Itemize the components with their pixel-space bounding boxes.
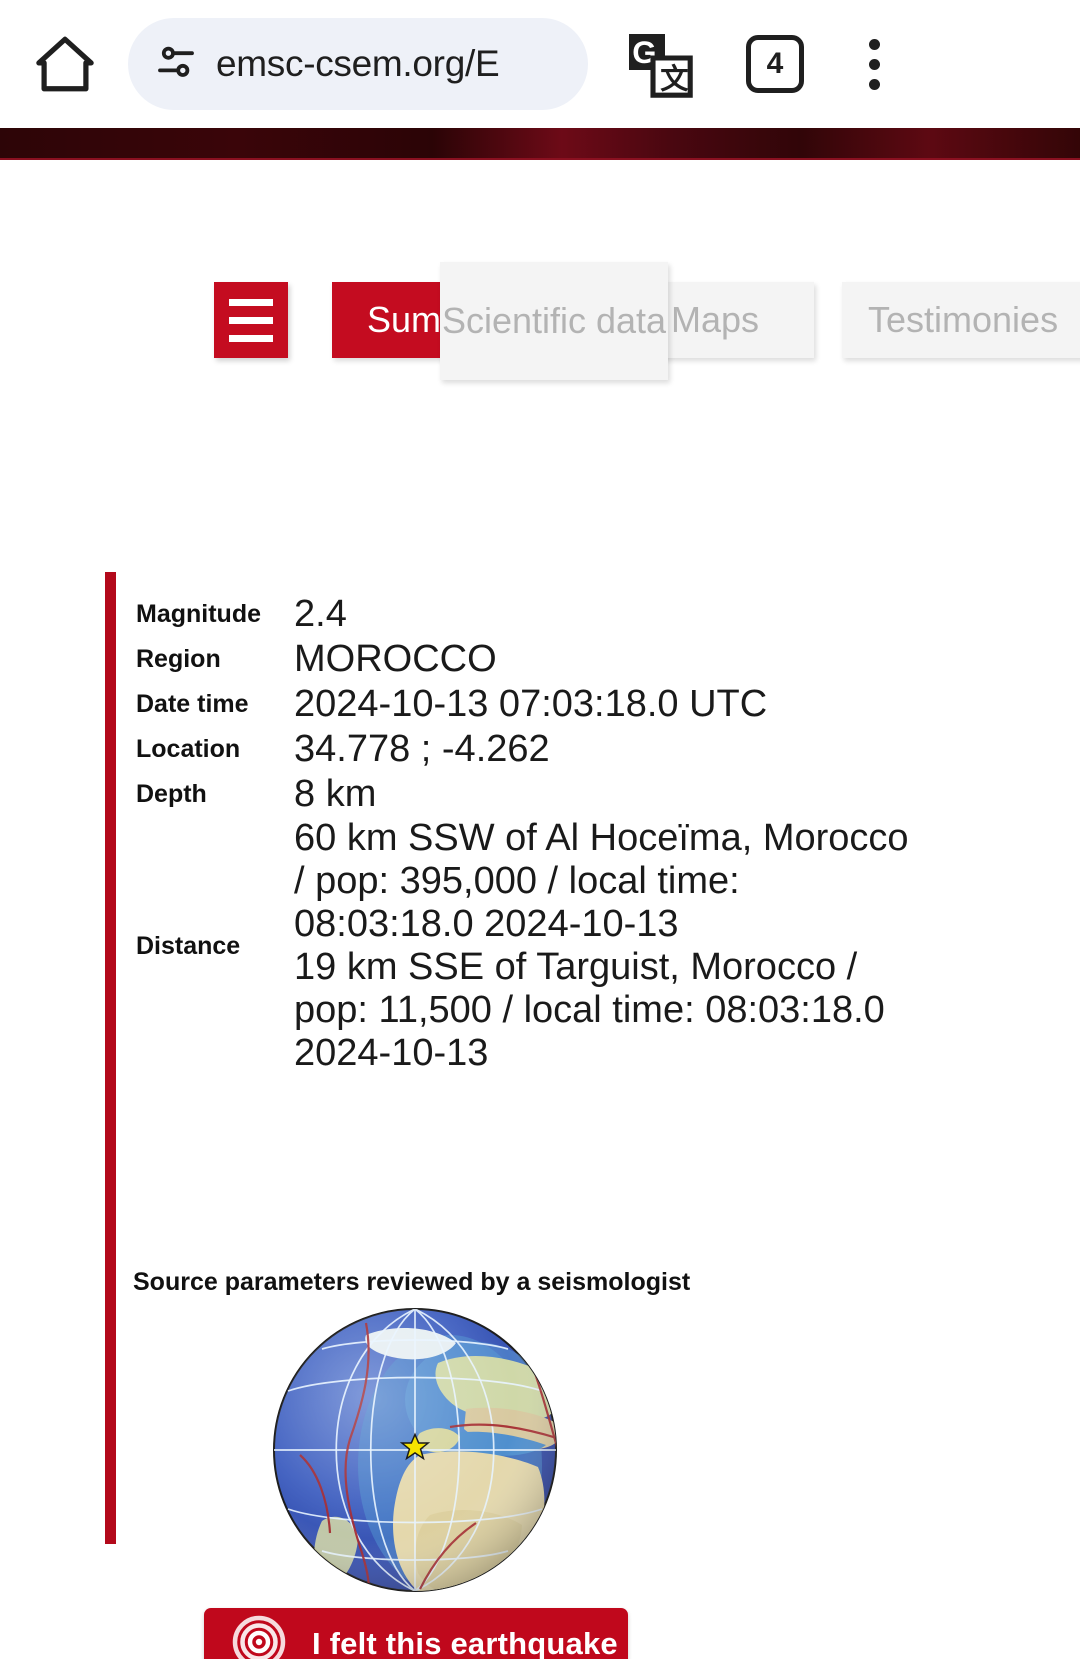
browser-toolbar: emsc-csem.org/E G 文 4 (0, 0, 1080, 128)
row-value-depth: 8 km (294, 773, 377, 815)
url-text: emsc-csem.org/E (216, 43, 500, 84)
row-value-region: MOROCCO (294, 638, 497, 680)
url-bar[interactable]: emsc-csem.org/E (128, 18, 588, 110)
page-content: Summary Maps Testimonies Scientific data… (0, 160, 1080, 1659)
row-label-distance: Distance (136, 931, 241, 960)
google-translate-icon: G 文 (629, 34, 693, 98)
home-button[interactable] (22, 21, 108, 107)
page-info-tune-icon (152, 38, 200, 91)
table-row: Date time 2024-10-13 07:03:18.0 UTC (136, 682, 926, 727)
seismologist-review-note: Source parameters reviewed by a seismolo… (133, 1268, 691, 1296)
row-value-magnitude: 2.4 (294, 593, 347, 635)
tab-counter-button[interactable]: 4 (746, 35, 804, 93)
row-label-depth: Depth (136, 780, 207, 808)
row-label-region: Region (136, 645, 221, 673)
tab-testimonies[interactable]: Testimonies (842, 282, 1080, 358)
tab-counter-label: 4 (766, 47, 784, 80)
row-label-magnitude: Magnitude (136, 600, 261, 628)
seismic-ripple-icon (232, 1615, 286, 1659)
hamburger-menu-icon (229, 298, 273, 306)
row-label-location: Location (136, 735, 241, 763)
tab-scientific-data-label: Scientific data (441, 300, 667, 341)
row-label-datetime: Date time (136, 690, 249, 718)
i-felt-this-earthquake-label: I felt this earthquake (312, 1626, 618, 1659)
site-header-banner (0, 128, 1080, 160)
table-row: Magnitude 2.4 (136, 592, 926, 637)
detail-accent-bar (105, 572, 116, 1544)
overflow-menu-button[interactable] (844, 21, 904, 107)
globe-epicenter-image[interactable] (270, 1305, 560, 1595)
i-felt-this-earthquake-button[interactable]: I felt this earthquake (204, 1608, 628, 1659)
tab-scientific-data[interactable]: Scientific data (440, 262, 668, 380)
distance-line-1: 60 km SSW of Al Hoceïma, Morocco / pop: … (294, 817, 909, 945)
table-row: Region MOROCCO (136, 637, 926, 682)
earthquake-details-table: Magnitude 2.4 Region MOROCCO Date time 2… (136, 592, 926, 1075)
row-value-location: 34.778 ; -4.262 (294, 728, 550, 770)
distance-line-2: 19 km SSE of Targuist, Morocco / pop: 11… (294, 946, 885, 1074)
tab-maps-label: Maps (670, 299, 760, 340)
hamburger-menu-icon (229, 334, 273, 342)
svg-text:文: 文 (660, 63, 689, 95)
hamburger-menu-icon (229, 316, 273, 324)
home-icon (36, 36, 94, 92)
tab-testimonies-label: Testimonies (868, 299, 1059, 340)
three-dot-menu-icon (868, 38, 880, 50)
three-dot-menu-icon (868, 58, 880, 70)
row-value-distance: 60 km SSW of Al Hoceïma, Morocco / pop: … (294, 817, 926, 1075)
three-dot-menu-icon (868, 78, 880, 90)
translate-button[interactable]: G 文 (614, 21, 704, 107)
table-row: Location 34.778 ; -4.262 (136, 727, 926, 772)
table-row: Distance 60 km SSW of Al Hoceïma, Morocc… (136, 817, 926, 1075)
row-value-datetime: 2024-10-13 07:03:18.0 UTC (294, 683, 768, 725)
table-row: Depth 8 km (136, 772, 926, 817)
hamburger-menu-button[interactable] (214, 282, 288, 358)
